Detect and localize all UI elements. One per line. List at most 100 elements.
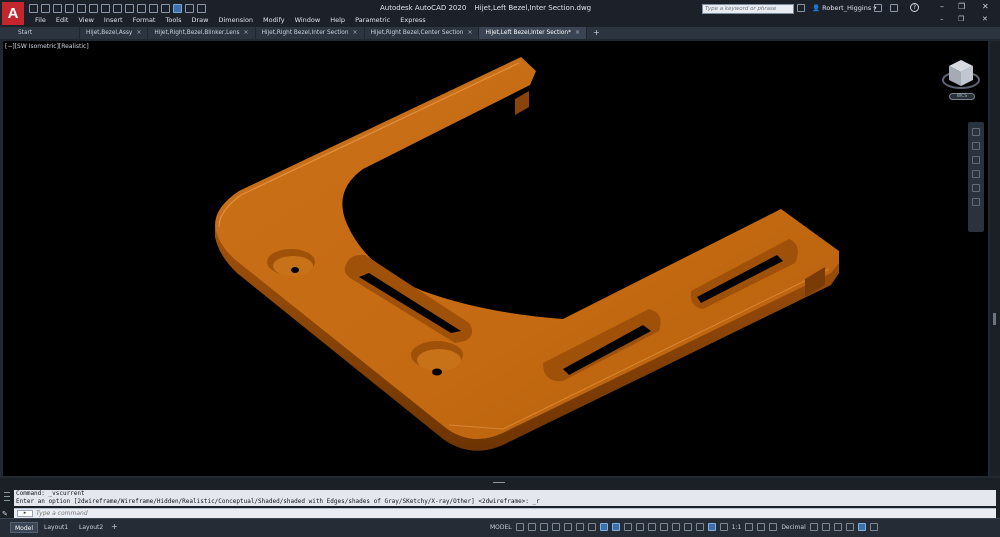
workspace-switching-icon[interactable] (745, 523, 754, 531)
object-snap-icon[interactable] (611, 523, 620, 531)
drawing-viewport[interactable]: [−][SW Isometric][Realistic] WCS (3, 41, 988, 476)
tab-right-bezel-center-section[interactable]: Hijet,Right Bezel,Center Section × (365, 27, 480, 39)
tab-close-icon[interactable]: × (244, 27, 249, 39)
pan-icon[interactable] (972, 142, 980, 150)
menu-modify[interactable]: Modify (258, 16, 290, 25)
ortho-icon[interactable] (563, 523, 572, 531)
clean-screen-icon[interactable] (857, 523, 866, 531)
menu-view[interactable]: View (73, 16, 98, 25)
minimize-button[interactable]: – (940, 2, 944, 11)
doc-minimize-button[interactable]: – (940, 15, 944, 23)
dynamic-ucs-icon[interactable] (671, 523, 680, 531)
command-window-grip[interactable] (493, 482, 505, 483)
save-icon[interactable] (53, 3, 62, 13)
tab-close-icon[interactable]: × (467, 27, 472, 39)
new-tab-button[interactable]: + (587, 27, 606, 39)
showmotion-icon[interactable] (972, 184, 980, 192)
add-layout-button[interactable]: + (107, 521, 122, 532)
annotation-scale-button[interactable]: 1:1 (732, 524, 742, 531)
isometric-drafting-icon[interactable] (587, 523, 596, 531)
tab-right-bezel-inter-section[interactable]: Hijet,Right Bezel,Inter Section × (256, 27, 365, 39)
viewcube-icon[interactable] (941, 54, 981, 94)
layer-icon[interactable] (125, 3, 134, 13)
vertical-scrollbar[interactable] (990, 41, 1000, 476)
infer-constraints-icon[interactable] (539, 523, 548, 531)
layout-tab-layout1[interactable]: Layout1 (40, 522, 72, 533)
tab-close-icon[interactable]: × (136, 27, 141, 39)
tab-left-bezel-inter-section[interactable]: Hijet,Left Bezel,Inter Section* × (479, 27, 588, 39)
menu-express[interactable]: Express (395, 16, 430, 25)
open-file-icon[interactable] (41, 3, 50, 13)
3d-object-snap-icon[interactable] (659, 523, 668, 531)
viewport-controls-label[interactable]: [−][SW Isometric][Realistic] (5, 43, 89, 50)
save-as-icon[interactable] (65, 3, 74, 13)
undo-icon[interactable] (89, 3, 98, 13)
tab-hijet-bezel-assy[interactable]: Hijet,Bezel,Assy × (80, 27, 149, 39)
wrench-icon[interactable]: ✎ (2, 510, 8, 518)
restore-button[interactable]: ❐ (958, 2, 965, 11)
orbit-icon[interactable] (972, 170, 980, 178)
quick-access-menu-icon[interactable] (197, 3, 206, 13)
selection-filter-icon[interactable] (683, 523, 692, 531)
exchange-icon[interactable] (890, 4, 898, 12)
menu-insert[interactable]: Insert (99, 16, 128, 25)
new-file-icon[interactable] (29, 3, 38, 13)
navbar-settings-icon[interactable] (972, 198, 980, 206)
recent-commands-icon[interactable]: ▸ (17, 510, 33, 517)
graphics-performance-icon[interactable] (845, 523, 854, 531)
model-space-button[interactable]: MODEL (490, 524, 512, 531)
customization-icon[interactable] (869, 523, 878, 531)
grid-icon[interactable] (515, 523, 524, 531)
annotation-visibility-icon[interactable] (707, 523, 716, 531)
doc-close-button[interactable]: ✕ (982, 15, 988, 23)
isolate-objects-icon[interactable] (833, 523, 842, 531)
layout-icon[interactable] (185, 3, 194, 13)
zoom-icon[interactable] (972, 156, 980, 164)
workspace-icon[interactable] (113, 3, 122, 13)
command-input[interactable] (36, 509, 936, 518)
scroll-thumb[interactable] (993, 313, 996, 325)
menu-file[interactable]: File (30, 16, 51, 25)
snap-icon[interactable] (527, 523, 536, 531)
menu-edit[interactable]: Edit (51, 16, 74, 25)
tab-start[interactable]: Start (0, 27, 80, 39)
menu-dimension[interactable]: Dimension (213, 16, 258, 25)
tab-close-icon[interactable]: × (353, 27, 358, 39)
menu-draw[interactable]: Draw (187, 16, 214, 25)
tab-right-bezel-blinker-lens[interactable]: Hijet,Right,Bezel,Blinker,Lens × (148, 27, 256, 39)
menu-tools[interactable]: Tools (160, 16, 186, 25)
menu-format[interactable]: Format (128, 16, 161, 25)
tab-close-icon[interactable]: × (575, 27, 580, 39)
auto-scale-icon[interactable] (719, 523, 728, 531)
grid-toggle-icon[interactable] (173, 3, 182, 13)
layout-tab-layout2[interactable]: Layout2 (75, 522, 107, 533)
search-input[interactable]: Type a keyword or phrase (702, 4, 794, 14)
lineweight-icon[interactable] (623, 523, 632, 531)
menu-parametric[interactable]: Parametric (350, 16, 395, 25)
plus-icon[interactable] (769, 523, 778, 531)
lock-ui-icon[interactable] (821, 523, 830, 531)
menu-help[interactable]: Help (325, 16, 350, 25)
dynamic-input-icon[interactable] (551, 523, 560, 531)
polar-tracking-icon[interactable] (575, 523, 584, 531)
wcs-menu-button[interactable]: WCS (949, 93, 975, 100)
plot-icon[interactable] (77, 3, 86, 13)
selection-cycling-icon[interactable] (647, 523, 656, 531)
help-icon[interactable]: ? (910, 3, 919, 12)
gizmo-icon[interactable] (695, 523, 704, 531)
menu-window[interactable]: Window (290, 16, 326, 25)
units-button[interactable]: Decimal (781, 524, 805, 531)
doc-restore-button[interactable]: ❐ (958, 15, 964, 23)
quick-properties-icon[interactable] (809, 523, 818, 531)
steering-wheel-icon[interactable] (972, 128, 980, 136)
binoculars-icon[interactable] (797, 4, 805, 12)
transparency-icon[interactable] (635, 523, 644, 531)
cart-icon[interactable] (874, 4, 882, 12)
block-icon[interactable] (161, 3, 170, 13)
close-button[interactable]: ✕ (982, 2, 989, 11)
redo-icon[interactable] (101, 3, 110, 13)
properties-icon[interactable] (149, 3, 158, 13)
user-account[interactable]: 👤 Robert_Higgins ▾ (812, 4, 877, 12)
application-menu-button[interactable]: A (2, 2, 24, 25)
object-snap-tracking-icon[interactable] (599, 523, 608, 531)
